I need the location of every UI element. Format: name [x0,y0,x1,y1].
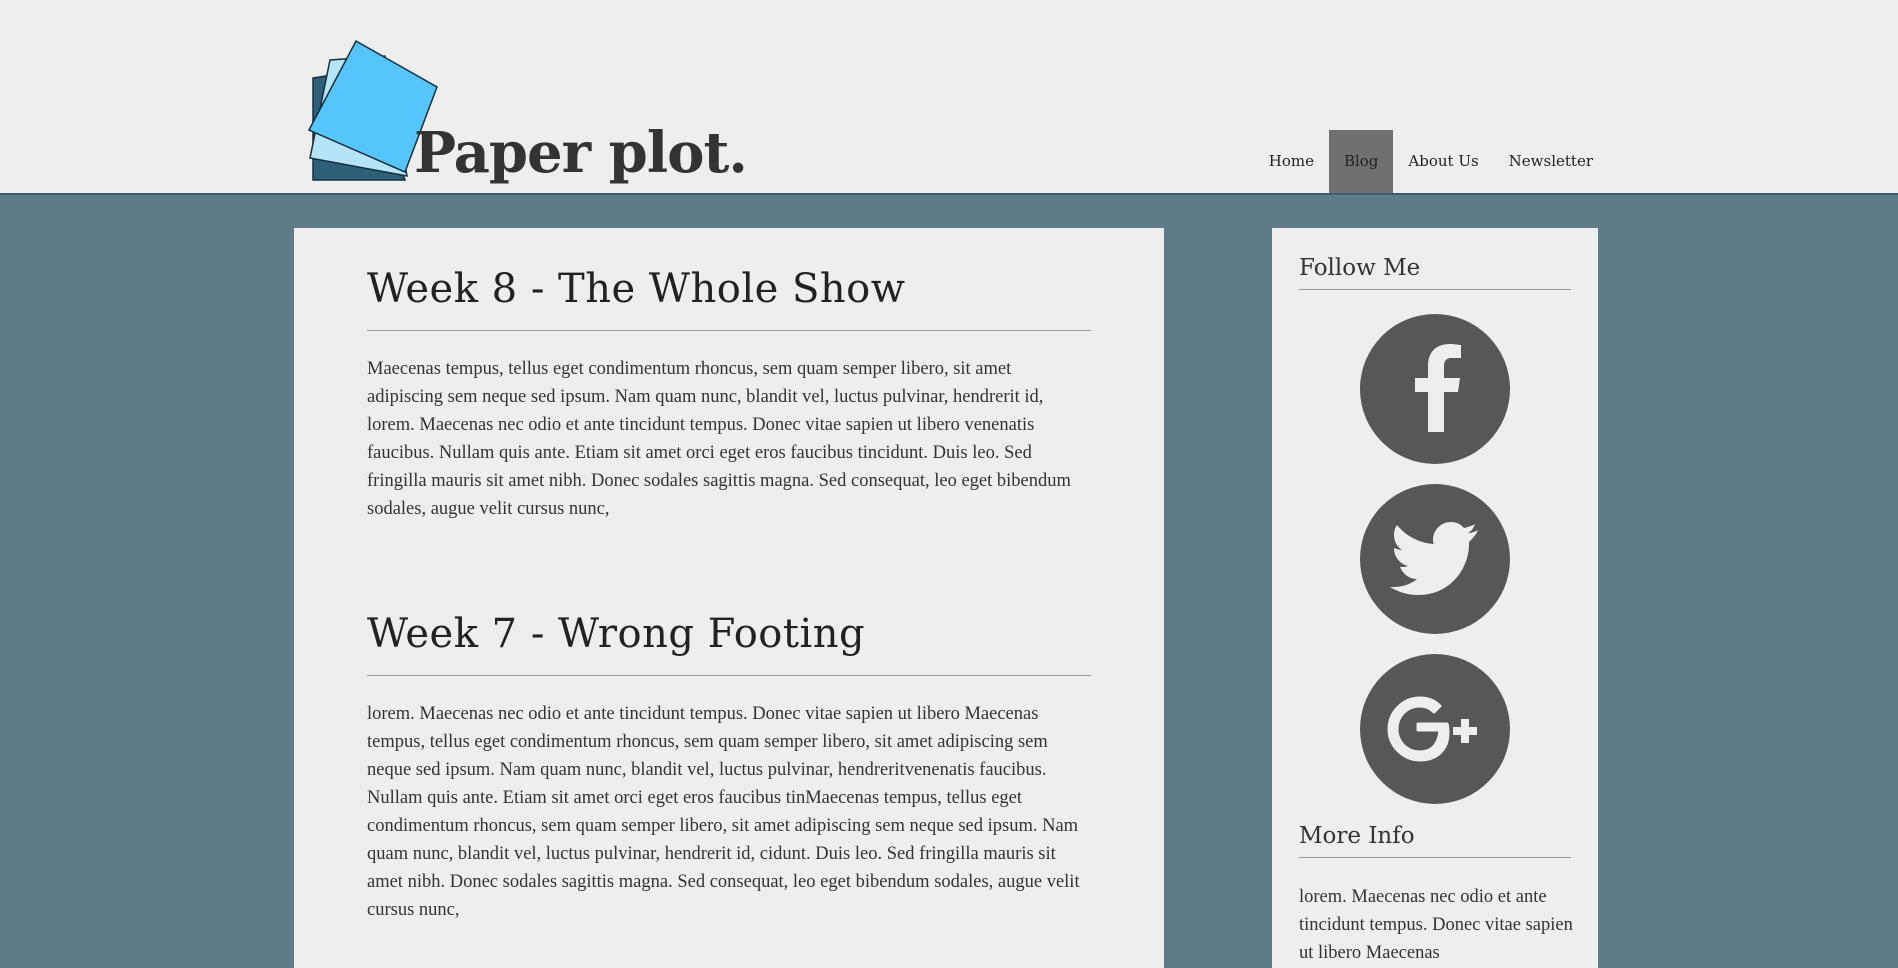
facebook-button[interactable] [1360,314,1510,464]
post-title[interactable]: Week 8 - The Whole Show [367,266,1091,331]
main-nav: Home Blog About Us Newsletter [1254,130,1608,193]
site-title[interactable]: Paper plot. [414,120,748,186]
nav-item-about-us[interactable]: About Us [1393,130,1493,193]
nav-item-home[interactable]: Home [1254,130,1329,193]
blog-post: Week 8 - The Whole Show Maecenas tempus,… [367,266,1091,523]
more-info-text: lorem. Maecenas nec odio et ante tincidu… [1299,887,1573,963]
post-body: lorem. Maecenas nec odio et ante tincidu… [367,704,1080,920]
google-plus-button[interactable] [1360,654,1510,804]
sidebar: Follow Me More Info lorem. Maecenas nec … [1272,228,1598,968]
nav-item-blog[interactable]: Blog [1328,130,1394,193]
blog-post: Week 7 - Wrong Footing lorem. Maecenas n… [367,611,1091,924]
site-header: Paper plot. Home Blog About Us Newslette… [0,0,1898,195]
post-body: Maecenas tempus, tellus eget condimentum… [367,359,1071,519]
twitter-icon [1390,522,1478,595]
more-info-heading: More Info [1299,823,1571,858]
twitter-button[interactable] [1360,484,1510,634]
blog-posts-panel: Week 8 - The Whole Show Maecenas tempus,… [294,228,1164,968]
post-title[interactable]: Week 7 - Wrong Footing [367,611,1091,676]
nav-item-newsletter[interactable]: Newsletter [1494,130,1608,193]
facebook-icon [1415,344,1461,432]
google-plus-icon [1387,696,1477,762]
follow-me-heading: Follow Me [1299,255,1571,290]
